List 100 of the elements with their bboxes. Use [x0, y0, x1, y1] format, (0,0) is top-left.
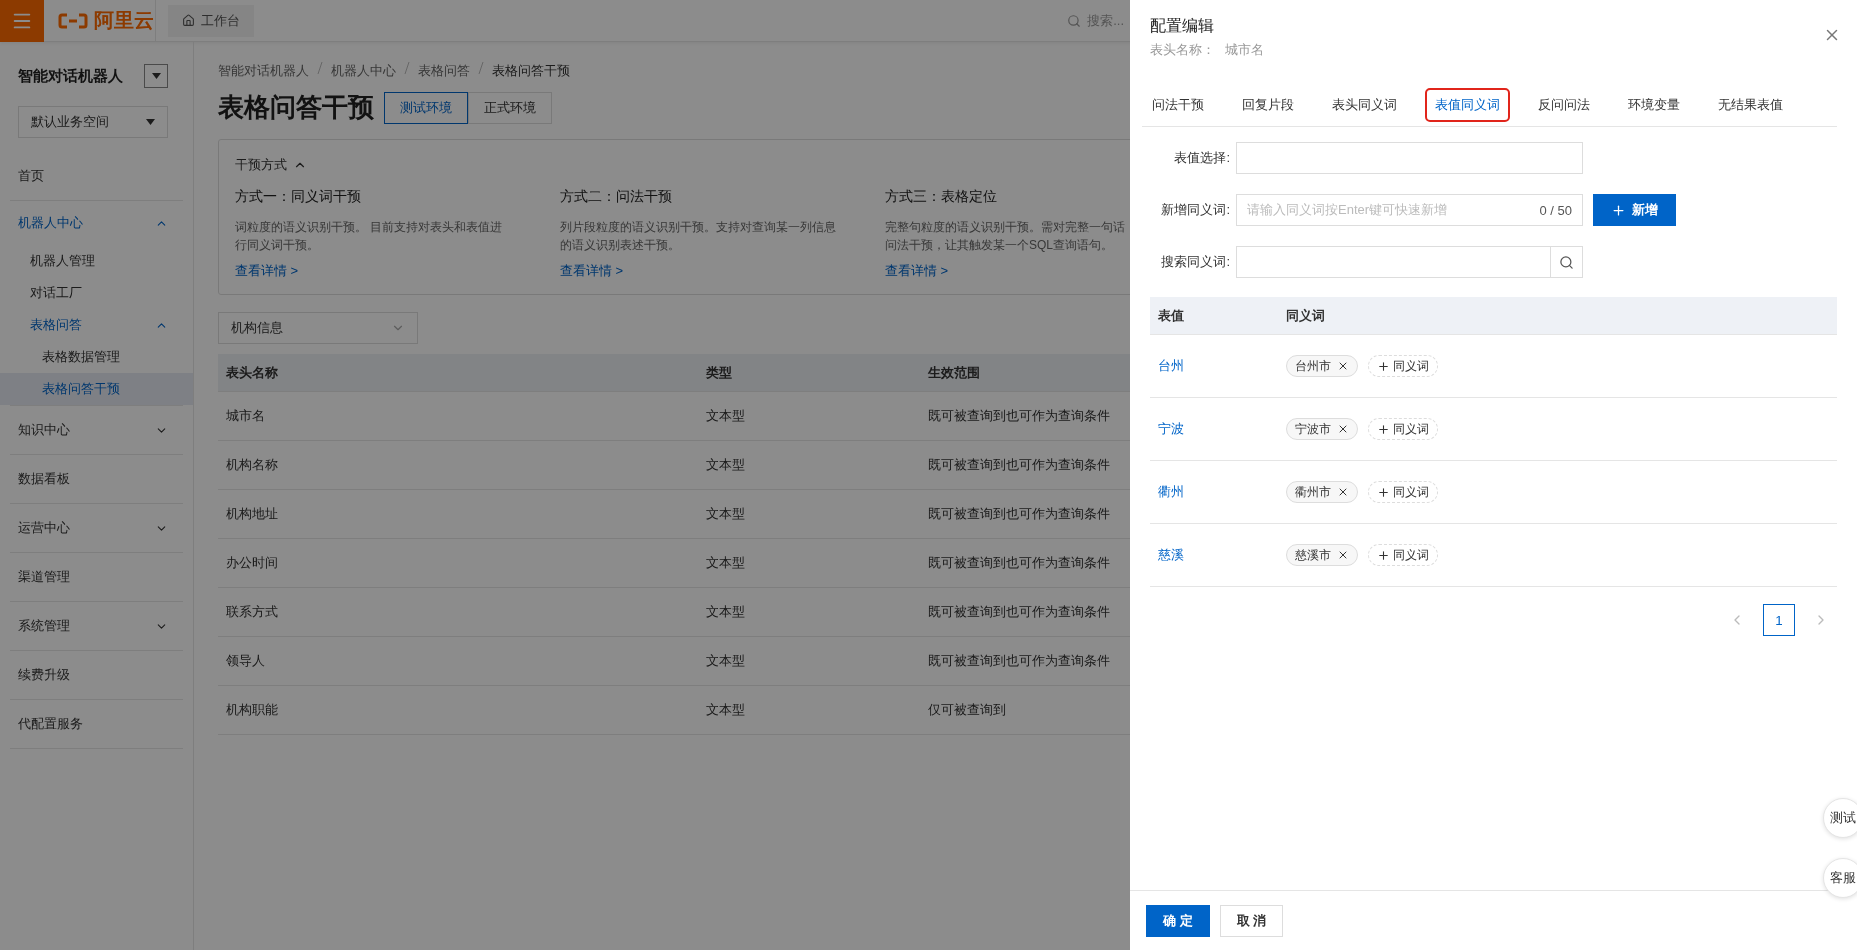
nav-item[interactable]: 知识中心: [0, 406, 193, 454]
tab[interactable]: 无结果表值: [1708, 87, 1793, 122]
section-title: 干预方式: [235, 156, 287, 174]
add-synonym-button[interactable]: 同义词: [1368, 544, 1438, 566]
nav-item[interactable]: 表格问答干预: [0, 373, 193, 405]
table-cell: 仅可被查询到: [928, 701, 1006, 719]
nav-item[interactable]: 表格问答: [0, 309, 193, 341]
search-icon[interactable]: [1559, 254, 1574, 270]
table-cell: 机构名称: [226, 456, 278, 474]
floating-button[interactable]: 客服: [1823, 858, 1857, 898]
breadcrumb-item[interactable]: 机器人中心: [331, 62, 396, 80]
search-field[interactable]: [1236, 246, 1583, 278]
table-cell: 机构地址: [226, 505, 278, 523]
method-description: 问法干预，让其触发某一个SQL查询语句。: [885, 237, 1114, 254]
value-link[interactable]: 衢州: [1158, 483, 1184, 501]
table-cell: 文本型: [706, 505, 745, 523]
nav-item[interactable]: 表格数据管理: [0, 341, 193, 373]
remove-icon[interactable]: [1337, 360, 1349, 372]
plus-icon: [1377, 422, 1390, 436]
field-label: 表值选择:: [1173, 149, 1231, 167]
product-dropdown[interactable]: [144, 64, 168, 88]
nav-item[interactable]: 运营中心: [0, 504, 193, 552]
breadcrumb-separator-icon: [404, 62, 410, 74]
table-cell: 既可被查询到也可作为查询条件: [928, 652, 1110, 670]
workspace-select[interactable]: 默认业务空间: [18, 106, 168, 138]
nav-item[interactable]: 对话工厂: [0, 277, 193, 309]
product-title: 智能对话机器人: [18, 66, 123, 86]
tab[interactable]: 回复片段: [1232, 87, 1304, 122]
page-button[interactable]: 1: [1763, 604, 1795, 636]
environment-tab[interactable]: 正式环境: [468, 91, 552, 124]
breadcrumb-item[interactable]: 智能对话机器人: [218, 62, 309, 80]
table-cell: 既可被查询到也可作为查询条件: [928, 407, 1110, 425]
nav-item[interactable]: 数据看板: [0, 455, 193, 503]
value-link[interactable]: 慈溪: [1158, 546, 1184, 564]
table-cell: 文本型: [706, 407, 745, 425]
add-button[interactable]: 新增: [1593, 194, 1676, 226]
method-description: 列片段粒度的语义识别干预。支持对查询某一列信息: [560, 219, 837, 236]
nav-item[interactable]: 机器人管理: [0, 245, 193, 277]
method-description: 行同义词干预。: [235, 237, 320, 254]
value-link[interactable]: 宁波: [1158, 420, 1184, 438]
column-header: 生效范围: [928, 363, 980, 382]
synonym-tag: 台州市: [1286, 355, 1358, 377]
table-cell: 既可被查询到也可作为查询条件: [928, 554, 1110, 572]
synonym-input[interactable]: 请输入同义词按Enter键可快速新增 0 / 50: [1236, 194, 1583, 226]
method-title: 方式三：表格定位: [885, 188, 998, 206]
remove-icon[interactable]: [1337, 486, 1349, 498]
breadcrumb-item[interactable]: 表格问答: [418, 62, 470, 80]
field-label: 表头名称：: [1150, 41, 1215, 59]
add-synonym-button[interactable]: 同义词: [1368, 418, 1438, 440]
synonym-tag: 慈溪市: [1286, 544, 1358, 566]
value-link[interactable]: 台州: [1158, 357, 1184, 375]
tab[interactable]: 环境变量: [1618, 87, 1690, 122]
remove-icon[interactable]: [1337, 549, 1349, 561]
tab[interactable]: 问法干预: [1142, 87, 1214, 122]
table-select[interactable]: 机构信息: [218, 312, 418, 344]
table-cell: 文本型: [706, 456, 745, 474]
plus-icon: [1377, 548, 1390, 562]
method-title: 方式二：问法干预: [560, 188, 673, 206]
environment-tab[interactable]: 测试环境: [384, 91, 468, 124]
caret-down-icon: [146, 119, 155, 125]
logo-icon: [58, 12, 88, 29]
add-synonym-button[interactable]: 同义词: [1368, 481, 1438, 503]
nav-item[interactable]: 系统管理: [0, 602, 193, 650]
breadcrumb-separator-icon: [317, 62, 323, 74]
column-header: 同义词: [1286, 306, 1325, 325]
details-link[interactable]: 查看详情 >: [885, 262, 949, 280]
breadcrumb-item[interactable]: 表格问答干预: [492, 62, 570, 80]
add-synonym-button[interactable]: 同义词: [1368, 355, 1438, 377]
synonym-tag: 宁波市: [1286, 418, 1358, 440]
column-header: 表头名称: [226, 363, 278, 382]
confirm-button[interactable]: 确 定: [1146, 904, 1210, 937]
tab[interactable]: 表值同义词: [1425, 87, 1510, 122]
tab[interactable]: 表头同义词: [1322, 87, 1407, 122]
plus-icon: [1377, 485, 1390, 499]
table-cell: 既可被查询到也可作为查询条件: [928, 603, 1110, 621]
cancel-button[interactable]: 取 消: [1219, 904, 1284, 937]
drawer-title: 配置编辑: [1150, 16, 1215, 36]
table-cell: 文本型: [706, 652, 745, 670]
details-link[interactable]: 查看详情 >: [235, 262, 299, 280]
nav-item[interactable]: 机器人中心: [0, 201, 193, 245]
column-header: 表值: [1158, 306, 1184, 325]
search-icon: [1067, 13, 1082, 28]
remove-icon[interactable]: [1337, 423, 1349, 435]
home-icon: [182, 14, 195, 27]
nav-item[interactable]: 首页: [0, 152, 193, 200]
nav-item[interactable]: 代配置服务: [0, 700, 193, 748]
field-value: 城市名: [1225, 41, 1264, 59]
table-cell: 办公时间: [226, 554, 278, 572]
plus-icon: [1377, 359, 1390, 373]
table-cell: 联系方式: [226, 603, 278, 621]
table-cell: 机构职能: [226, 701, 278, 719]
table-cell: 文本型: [706, 603, 745, 621]
table-cell: 文本型: [706, 554, 745, 572]
nav-item[interactable]: 渠道管理: [0, 553, 193, 601]
nav-item[interactable]: 续费升级: [0, 651, 193, 699]
details-link[interactable]: 查看详情 >: [560, 262, 624, 280]
synonym-tag: 衢州市: [1286, 481, 1358, 503]
floating-button[interactable]: 测试: [1823, 798, 1857, 838]
tab[interactable]: 反问问法: [1528, 87, 1600, 122]
workbench-button[interactable]: 工作台: [168, 4, 254, 37]
